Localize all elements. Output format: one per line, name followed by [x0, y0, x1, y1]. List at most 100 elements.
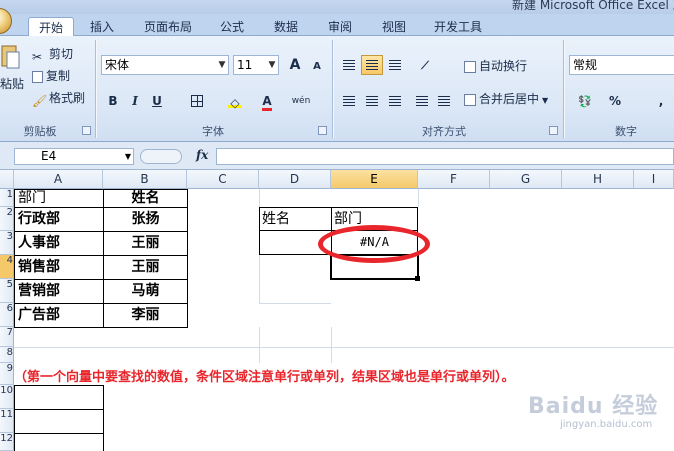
tab-review[interactable]: 审阅 — [318, 17, 362, 37]
align-bottom-button[interactable] — [384, 55, 406, 75]
row-header[interactable]: 9 — [0, 363, 14, 385]
border-icon — [191, 95, 203, 107]
column-header-h[interactable]: H — [562, 170, 634, 189]
copy-button[interactable]: 复制 — [32, 68, 70, 84]
paste-icon — [1, 45, 20, 69]
row-header[interactable]: 12 — [0, 433, 14, 451]
gridline — [259, 189, 260, 207]
tab-data[interactable]: 数据 — [264, 17, 308, 37]
accounting-button[interactable]: 💱 — [570, 91, 600, 111]
fill-color-button[interactable]: ◇ — [224, 91, 246, 111]
merge-center-label: 合并后居中 — [479, 92, 540, 106]
table-header-name[interactable]: 姓名 — [103, 189, 188, 208]
tab-view[interactable]: 视图 — [372, 17, 416, 37]
table-cell[interactable]: 王丽 — [103, 255, 188, 280]
tab-home[interactable]: 开始 — [28, 17, 74, 37]
column-header-a[interactable]: A — [14, 170, 103, 189]
row-header[interactable]: 2 — [0, 207, 14, 231]
formula-cancel-enter[interactable] — [140, 149, 182, 164]
decrease-indent-button[interactable] — [411, 91, 433, 111]
font-color-icon: A — [262, 94, 272, 111]
copy-icon — [32, 71, 43, 83]
lookup-header-name[interactable]: 姓名 — [259, 207, 332, 231]
alignment-launcher[interactable] — [549, 126, 558, 135]
table-cell[interactable]: 李丽 — [103, 303, 188, 328]
orientation-button[interactable]: ⟋ — [414, 55, 436, 75]
cut-button[interactable]: ✂ 剪切 — [32, 46, 73, 64]
font-size-value: 11 — [237, 58, 253, 72]
chevron-down-icon: ▼ — [218, 60, 226, 70]
font-name-value: 宋体 — [105, 58, 130, 72]
table-cell[interactable]: 人事部 — [14, 231, 104, 256]
row-header[interactable]: 6 — [0, 303, 14, 327]
font-size-combo[interactable]: 11 ▼ — [233, 55, 279, 75]
insert-function-icon[interactable]: fx — [196, 148, 208, 162]
tab-developer[interactable]: 开发工具 — [426, 17, 490, 37]
font-group-label: 字体 — [202, 125, 224, 138]
column-header-d[interactable]: D — [259, 170, 331, 189]
row-header[interactable]: 7 — [0, 327, 14, 347]
table-cell[interactable]: 张扬 — [103, 207, 188, 232]
ribbon-separator — [95, 40, 96, 138]
underline-button[interactable]: U — [146, 91, 168, 111]
column-header-e[interactable]: E — [331, 170, 418, 189]
table-cell[interactable]: 营销部 — [14, 279, 104, 304]
column-header-b[interactable]: B — [103, 170, 187, 189]
bold-button[interactable]: B — [102, 91, 124, 111]
shrink-font-button[interactable]: A — [306, 55, 328, 75]
row-header[interactable]: 5 — [0, 279, 14, 303]
paste-button[interactable]: 粘贴 — [0, 42, 25, 102]
wrap-text-button[interactable]: 自动换行 — [464, 58, 527, 74]
fill-handle[interactable] — [415, 276, 420, 281]
number-group-label: 数字 — [615, 125, 637, 138]
align-middle-button[interactable] — [361, 55, 383, 75]
merge-center-button[interactable]: 合并后居中 ▼ — [464, 91, 548, 109]
table-cell[interactable]: 马萌 — [103, 279, 188, 304]
table-header-dept[interactable]: 部门 — [14, 189, 104, 208]
name-box[interactable]: E4 ▼ — [14, 148, 134, 165]
column-header-c[interactable]: C — [187, 170, 259, 189]
font-name-combo[interactable]: 宋体 ▼ — [101, 55, 229, 75]
row-header[interactable]: 1 — [0, 189, 14, 207]
format-painter-button[interactable]: 🖌 格式刷 — [32, 90, 85, 108]
font-launcher[interactable] — [318, 126, 327, 135]
ribbon-separator — [332, 40, 333, 138]
align-top-button[interactable] — [338, 55, 360, 75]
row-header[interactable]: 10 — [0, 385, 14, 409]
table-cell[interactable]: 王丽 — [103, 231, 188, 256]
tab-page-layout[interactable]: 页面布局 — [136, 17, 200, 37]
row-header[interactable]: 3 — [0, 231, 14, 255]
tab-insert[interactable]: 插入 — [82, 17, 122, 37]
align-left-button[interactable] — [338, 91, 360, 111]
comma-button[interactable]: , — [650, 91, 672, 111]
column-header-i[interactable]: I — [634, 170, 674, 189]
column-header-g[interactable]: G — [490, 170, 562, 189]
table-cell[interactable]: 行政部 — [14, 207, 104, 232]
align-center-button[interactable] — [361, 91, 383, 111]
number-format-combo[interactable]: 常规 — [569, 55, 674, 75]
empty-cell[interactable] — [14, 433, 104, 451]
align-right-button[interactable] — [384, 91, 406, 111]
phonetic-button[interactable]: wén — [290, 91, 312, 111]
font-color-button[interactable]: A — [256, 91, 278, 111]
copy-label: 复制 — [46, 69, 71, 83]
empty-cell[interactable] — [14, 409, 104, 434]
table-cell[interactable]: 广告部 — [14, 303, 104, 328]
select-all-corner[interactable] — [0, 170, 14, 189]
italic-button[interactable]: I — [124, 91, 146, 111]
row-header[interactable]: 8 — [0, 347, 14, 363]
borders-button[interactable] — [186, 91, 208, 111]
row-header[interactable]: 11 — [0, 409, 14, 433]
formula-input[interactable] — [216, 148, 674, 165]
watermark-url: jingyan.baidu.com — [560, 419, 653, 430]
clipboard-launcher[interactable] — [82, 126, 91, 135]
empty-cell[interactable] — [14, 385, 104, 410]
percent-button[interactable]: % — [604, 91, 626, 111]
grow-font-button[interactable]: A — [284, 55, 306, 75]
tab-formulas[interactable]: 公式 — [212, 17, 252, 37]
table-cell[interactable]: 销售部 — [14, 255, 104, 280]
increase-indent-button[interactable] — [433, 91, 455, 111]
column-header-f[interactable]: F — [418, 170, 490, 189]
row-header[interactable]: 4 — [0, 255, 14, 279]
paste-label: 粘贴 — [0, 77, 25, 91]
